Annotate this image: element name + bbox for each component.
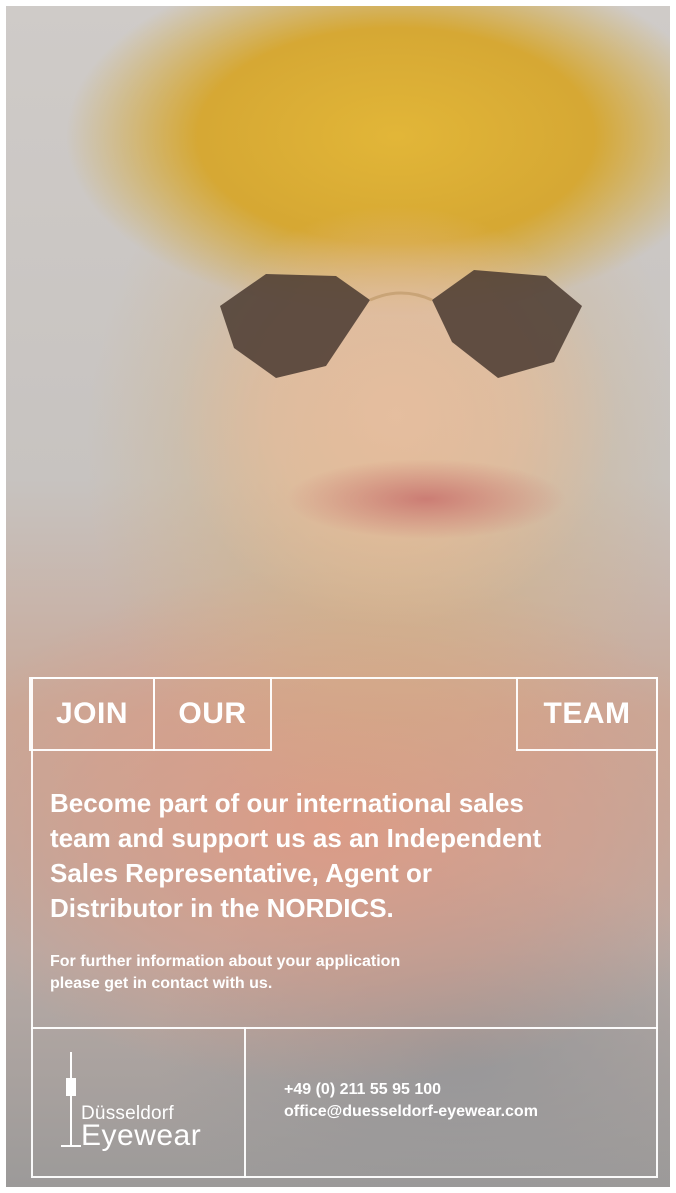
subtext-line: For further information about your appli… [50, 953, 401, 970]
subtext-line: please get in contact with us. [50, 975, 273, 992]
subtext: For further information about your appli… [50, 951, 570, 995]
headline-line: Sales Representative, Agent or [50, 858, 432, 888]
phone-number[interactable]: +49 (0) 211 55 95 100 [284, 1079, 538, 1101]
headline-line: team and support us as an Independent [50, 823, 542, 853]
headline-line: Become part of our international sales [50, 788, 524, 818]
vertical-divider [244, 1027, 246, 1178]
logo-brand: Eyewear [81, 1119, 202, 1152]
brand-logo: Düsseldorf Eyewear [51, 1046, 231, 1166]
contact-info: +49 (0) 211 55 95 100 office@duesseldorf… [284, 1079, 538, 1123]
email-address[interactable]: office@duesseldorf-eyewear.com [284, 1101, 538, 1123]
headline-line: Distributor in the NORDICS. [50, 893, 394, 923]
poster-frame-outer: JOIN OUR TEAM Become part of our interna… [6, 6, 670, 1187]
horizontal-divider [31, 1027, 658, 1029]
headline: Become part of our international sales t… [50, 786, 650, 926]
